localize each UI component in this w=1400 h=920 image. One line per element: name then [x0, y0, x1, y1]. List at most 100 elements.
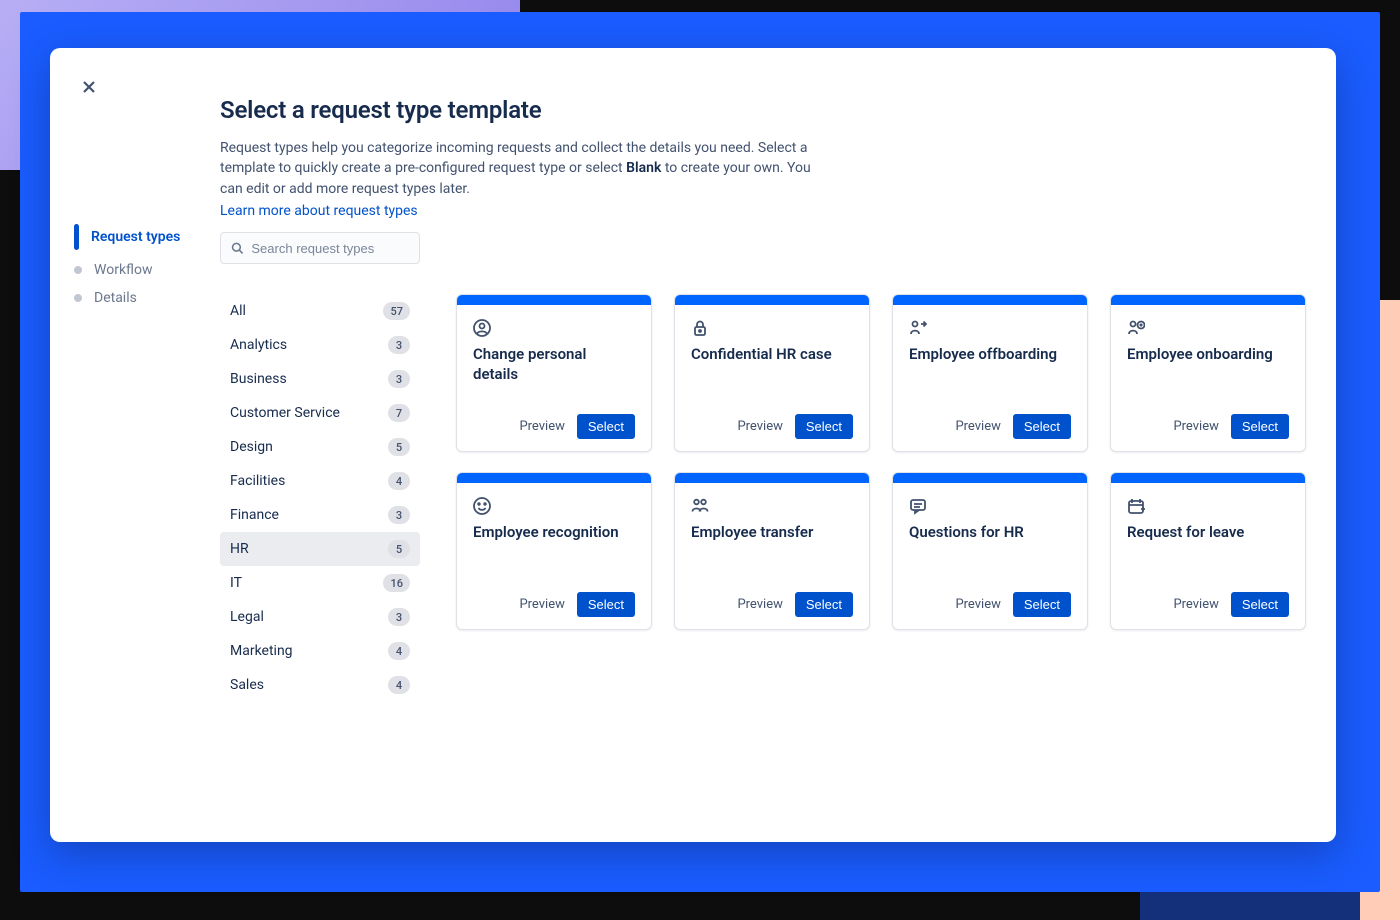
step-active-indicator [74, 224, 79, 250]
category-label: Analytics [230, 337, 287, 353]
card-title: Employee offboarding [909, 345, 1071, 365]
select-button[interactable]: Select [1013, 414, 1071, 439]
category-count-badge: 3 [388, 336, 410, 354]
template-grid: Change personal details Preview Select Conf… [456, 294, 1306, 702]
step-workflow[interactable]: Workflow [74, 256, 204, 284]
template-card: Employee offboarding Preview Select [892, 294, 1088, 452]
card-accent-stripe [675, 473, 869, 483]
card-accent-stripe [457, 473, 651, 483]
category-count-badge: 5 [388, 540, 410, 558]
select-button[interactable]: Select [1231, 414, 1289, 439]
card-title: Employee recognition [473, 523, 635, 543]
category-count-badge: 5 [388, 438, 410, 456]
category-count-badge: 16 [383, 574, 410, 592]
template-card: Employee onboarding Preview Select [1110, 294, 1306, 452]
card-accent-stripe [457, 295, 651, 305]
select-button[interactable]: Select [577, 592, 635, 617]
learn-more-link[interactable]: Learn more about request types [220, 203, 418, 219]
step-label: Workflow [94, 262, 153, 278]
search-box[interactable] [220, 232, 420, 264]
search-icon [231, 241, 243, 255]
preview-button[interactable]: Preview [737, 419, 782, 434]
card-title: Confidential HR case [691, 345, 853, 365]
template-card: Questions for HR Preview Select [892, 472, 1088, 630]
close-icon [82, 80, 96, 94]
template-card: Employee recognition Preview Select [456, 472, 652, 630]
category-count-badge: 3 [388, 608, 410, 626]
category-count-badge: 3 [388, 370, 410, 388]
modal-content: All57Analytics3Business3Customer Service… [220, 232, 1306, 822]
category-count-badge: 4 [388, 676, 410, 694]
category-item[interactable]: Analytics 3 [220, 328, 420, 362]
category-item[interactable]: Business 3 [220, 362, 420, 396]
category-item[interactable]: HR 5 [220, 532, 420, 566]
select-button[interactable]: Select [795, 592, 853, 617]
category-label: Design [230, 439, 273, 455]
category-label: IT [230, 575, 242, 591]
category-item[interactable]: Finance 3 [220, 498, 420, 532]
select-button[interactable]: Select [1013, 592, 1071, 617]
category-item[interactable]: Design 5 [220, 430, 420, 464]
card-accent-stripe [1111, 295, 1305, 305]
category-item[interactable]: IT 16 [220, 566, 420, 600]
category-item[interactable]: Facilities 4 [220, 464, 420, 498]
template-card: Request for leavePreviewSelect [1110, 472, 1306, 630]
category-label: Business [230, 371, 287, 387]
select-button[interactable]: Select [1231, 592, 1289, 617]
preview-button[interactable]: Preview [519, 597, 564, 612]
category-count-badge: 3 [388, 506, 410, 524]
preview-button[interactable]: Preview [737, 597, 782, 612]
category-item[interactable]: Legal3 [220, 600, 420, 634]
step-dot-icon [74, 266, 82, 274]
step-label: Request types [91, 229, 180, 245]
category-label: Customer Service [230, 405, 340, 421]
lock-icon [691, 319, 709, 337]
preview-button[interactable]: Preview [519, 419, 564, 434]
step-nav: Request types Workflow Details [74, 218, 204, 312]
category-label: Finance [230, 507, 279, 523]
page-description: Request types help you categorize incomi… [220, 138, 820, 199]
preview-button[interactable]: Preview [955, 597, 1000, 612]
template-card: Employee transfer Preview Select [674, 472, 870, 630]
preview-button[interactable]: Preview [1173, 597, 1218, 612]
category-label: Facilities [230, 473, 285, 489]
card-title: Change personal details [473, 345, 635, 384]
card-accent-stripe [675, 295, 869, 305]
card-title: Employee onboarding [1127, 345, 1289, 365]
close-button[interactable] [80, 78, 98, 96]
category-list: All57Analytics3Business3Customer Service… [220, 294, 420, 702]
card-accent-stripe [893, 295, 1087, 305]
category-count-badge: 57 [383, 302, 410, 320]
card-accent-stripe [1111, 473, 1305, 483]
card-title: Questions for HR [909, 523, 1071, 543]
category-item[interactable]: Customer Service 7 [220, 396, 420, 430]
category-item[interactable]: Sales 4 [220, 668, 420, 702]
category-label: All [230, 303, 246, 319]
calendar-plus-icon [1127, 497, 1145, 515]
select-button[interactable]: Select [577, 414, 635, 439]
person-circle-arrow-icon [1127, 319, 1145, 337]
step-details[interactable]: Details [74, 284, 204, 312]
step-request-types[interactable]: Request types [74, 218, 204, 256]
category-item[interactable]: Marketing4 [220, 634, 420, 668]
search-input[interactable] [251, 241, 409, 256]
step-dot-icon [74, 294, 82, 302]
category-label: Sales [230, 677, 264, 693]
page-title: Select a request type template [220, 96, 1276, 124]
person-arrow-right-icon [909, 319, 927, 337]
category-count-badge: 4 [388, 472, 410, 490]
card-accent-stripe [893, 473, 1087, 483]
people-icon [691, 497, 709, 515]
desc-bold: Blank [626, 160, 661, 176]
modal-header: Select a request type template Request t… [220, 96, 1276, 219]
category-item[interactable]: All 57 [220, 294, 420, 328]
step-label: Details [94, 290, 137, 306]
preview-button[interactable]: Preview [955, 419, 1000, 434]
select-button[interactable]: Select [795, 414, 853, 439]
category-label: HR [230, 541, 249, 557]
category-count-badge: 4 [388, 642, 410, 660]
category-count-badge: 7 [388, 404, 410, 422]
card-title: Employee transfer [691, 523, 853, 543]
preview-button[interactable]: Preview [1173, 419, 1218, 434]
smile-icon [473, 497, 491, 515]
